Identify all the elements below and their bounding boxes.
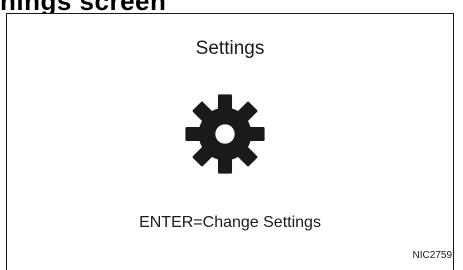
screen-title: Settings [195,38,265,59]
gear-icon [185,94,265,174]
settings-screen: Settings ENTER=Change Settings NIC2759 [6,13,454,270]
enter-change-settings-prompt: ENTER=Change Settings [139,214,321,231]
figure-code: NIC2759 [412,250,452,261]
